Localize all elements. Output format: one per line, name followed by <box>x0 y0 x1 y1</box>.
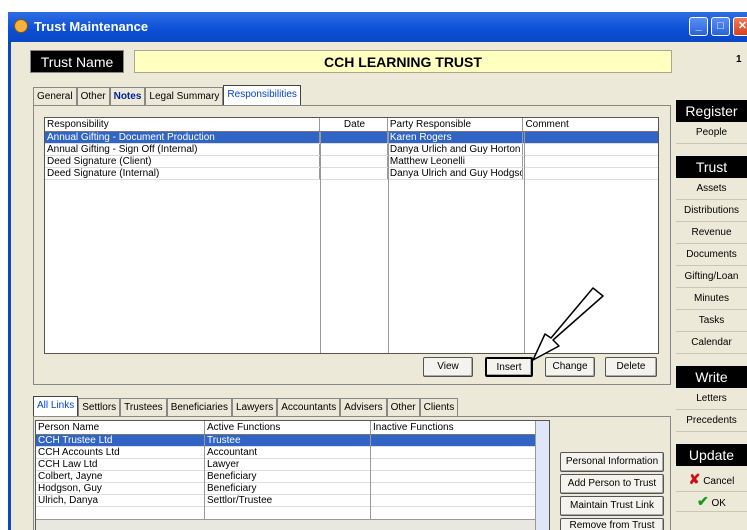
table-row[interactable]: Annual Gifting - Sign Off (Internal) Dan… <box>45 144 658 156</box>
app-icon <box>14 19 28 33</box>
trust-name-label: Trust Name <box>30 50 124 73</box>
col-responsibility[interactable]: Responsibility <box>45 118 321 131</box>
table-row[interactable]: Deed Signature (Internal) Danya Ulrich a… <box>45 168 658 180</box>
sidebar-item-calendar[interactable]: Calendar <box>676 332 747 354</box>
ok-button[interactable]: ✔ OK <box>676 492 747 512</box>
tab-legal-summary[interactable]: Legal Summary <box>145 87 224 105</box>
maximize-button[interactable]: □ <box>711 17 730 36</box>
add-person-button[interactable]: Add Person to Trust <box>560 474 664 494</box>
sidebar-item-revenue[interactable]: Revenue <box>676 222 747 244</box>
sidebar-trust-header: Trust <box>676 156 747 178</box>
table-row[interactable]: Annual Gifting - Document Production Kar… <box>45 132 658 144</box>
tab-other[interactable]: Other <box>76 87 110 105</box>
tab-settlors[interactable]: Settlors <box>78 398 121 416</box>
sidebar-item-assets[interactable]: Assets <box>676 178 747 200</box>
tab-general[interactable]: General <box>33 87 77 105</box>
sidebar-item-minutes[interactable]: Minutes <box>676 288 747 310</box>
tab-lawyers[interactable]: Lawyers <box>231 398 278 416</box>
remove-from-trust-button[interactable]: Remove from Trust <box>560 518 664 530</box>
sidebar-item-letters[interactable]: Letters <box>676 388 747 410</box>
tab-other-links[interactable]: Other <box>386 398 420 416</box>
sidebar: Register People Trust Assets Distributio… <box>676 100 747 530</box>
sidebar-item-people[interactable]: People <box>676 122 747 144</box>
list-item[interactable]: Colbert, Jayne Beneficiary <box>36 471 549 483</box>
minimize-button[interactable]: _ <box>689 17 708 36</box>
links-grid-header: Person Name Active Functions Inactive Fu… <box>36 421 549 435</box>
ok-check-icon: ✔ <box>697 493 709 509</box>
tab-trustees[interactable]: Trustees <box>120 398 167 416</box>
maintain-trust-link-button[interactable]: Maintain Trust Link <box>560 496 664 516</box>
sidebar-item-distributions[interactable]: Distributions <box>676 200 747 222</box>
col-person-name[interactable]: Person Name <box>36 421 205 434</box>
sidebar-item-gifting-loan[interactable]: Gifting/Loan <box>676 266 747 288</box>
links-scrollbar[interactable] <box>535 421 549 530</box>
sidebar-register-header: Register <box>676 100 747 122</box>
tab-accountants[interactable]: Accountants <box>277 398 341 416</box>
window-titlebar: Trust Maintenance _ □ ✕ <box>8 12 747 42</box>
trust-name-field[interactable]: CCH LEARNING TRUST <box>134 50 672 73</box>
sidebar-item-precedents[interactable]: Precedents <box>676 410 747 432</box>
tab-all-links[interactable]: All Links <box>33 396 79 416</box>
col-inactive-functions[interactable]: Inactive Functions <box>371 421 537 434</box>
list-item[interactable]: CCH Law Ltd Lawyer <box>36 459 549 471</box>
col-comment[interactable]: Comment <box>523 118 658 131</box>
view-button[interactable]: View <box>423 357 473 377</box>
close-button[interactable]: ✕ <box>733 17 747 36</box>
sidebar-update-header: Update <box>676 444 747 466</box>
list-item[interactable]: Hodgson, Guy Beneficiary <box>36 483 549 495</box>
tab-beneficiaries[interactable]: Beneficiaries <box>166 398 232 416</box>
list-item[interactable]: CCH Accounts Ltd Accountant <box>36 447 549 459</box>
tab-clients[interactable]: Clients <box>419 398 459 416</box>
annotation-arrow-icon <box>532 287 604 361</box>
record-count: 1 <box>736 54 742 65</box>
tab-responsibilities[interactable]: Responsibilities <box>223 85 301 105</box>
tab-notes[interactable]: Notes <box>109 87 146 105</box>
link-tabs: All Links Settlors Trustees Beneficiarie… <box>33 396 459 416</box>
table-row[interactable]: Deed Signature (Client) Matthew Leonelli <box>45 156 658 168</box>
links-grid: Person Name Active Functions Inactive Fu… <box>35 420 550 530</box>
list-item[interactable]: Ulrich, Danya Settlor/Trustee <box>36 495 549 507</box>
window-title: Trust Maintenance <box>34 19 149 34</box>
grid-header: Responsibility Date Party Responsible Co… <box>45 118 658 132</box>
list-item[interactable]: CCH Trustee Ltd Trustee <box>36 435 549 447</box>
col-active-functions[interactable]: Active Functions <box>205 421 371 434</box>
sidebar-write-header: Write <box>676 366 747 388</box>
col-date[interactable]: Date <box>320 118 388 131</box>
personal-information-button[interactable]: Personal Information <box>560 452 664 472</box>
links-hscrollbar[interactable] <box>36 519 535 530</box>
cancel-button[interactable]: ✘ Cancel <box>676 466 747 492</box>
sidebar-item-documents[interactable]: Documents <box>676 244 747 266</box>
tab-advisers[interactable]: Advisers <box>340 398 387 416</box>
cancel-x-icon: ✘ <box>688 471 701 487</box>
col-party[interactable]: Party Responsible <box>388 118 524 131</box>
sidebar-item-tasks[interactable]: Tasks <box>676 310 747 332</box>
top-tabs: General Other Notes Legal Summary Respon… <box>33 85 301 105</box>
